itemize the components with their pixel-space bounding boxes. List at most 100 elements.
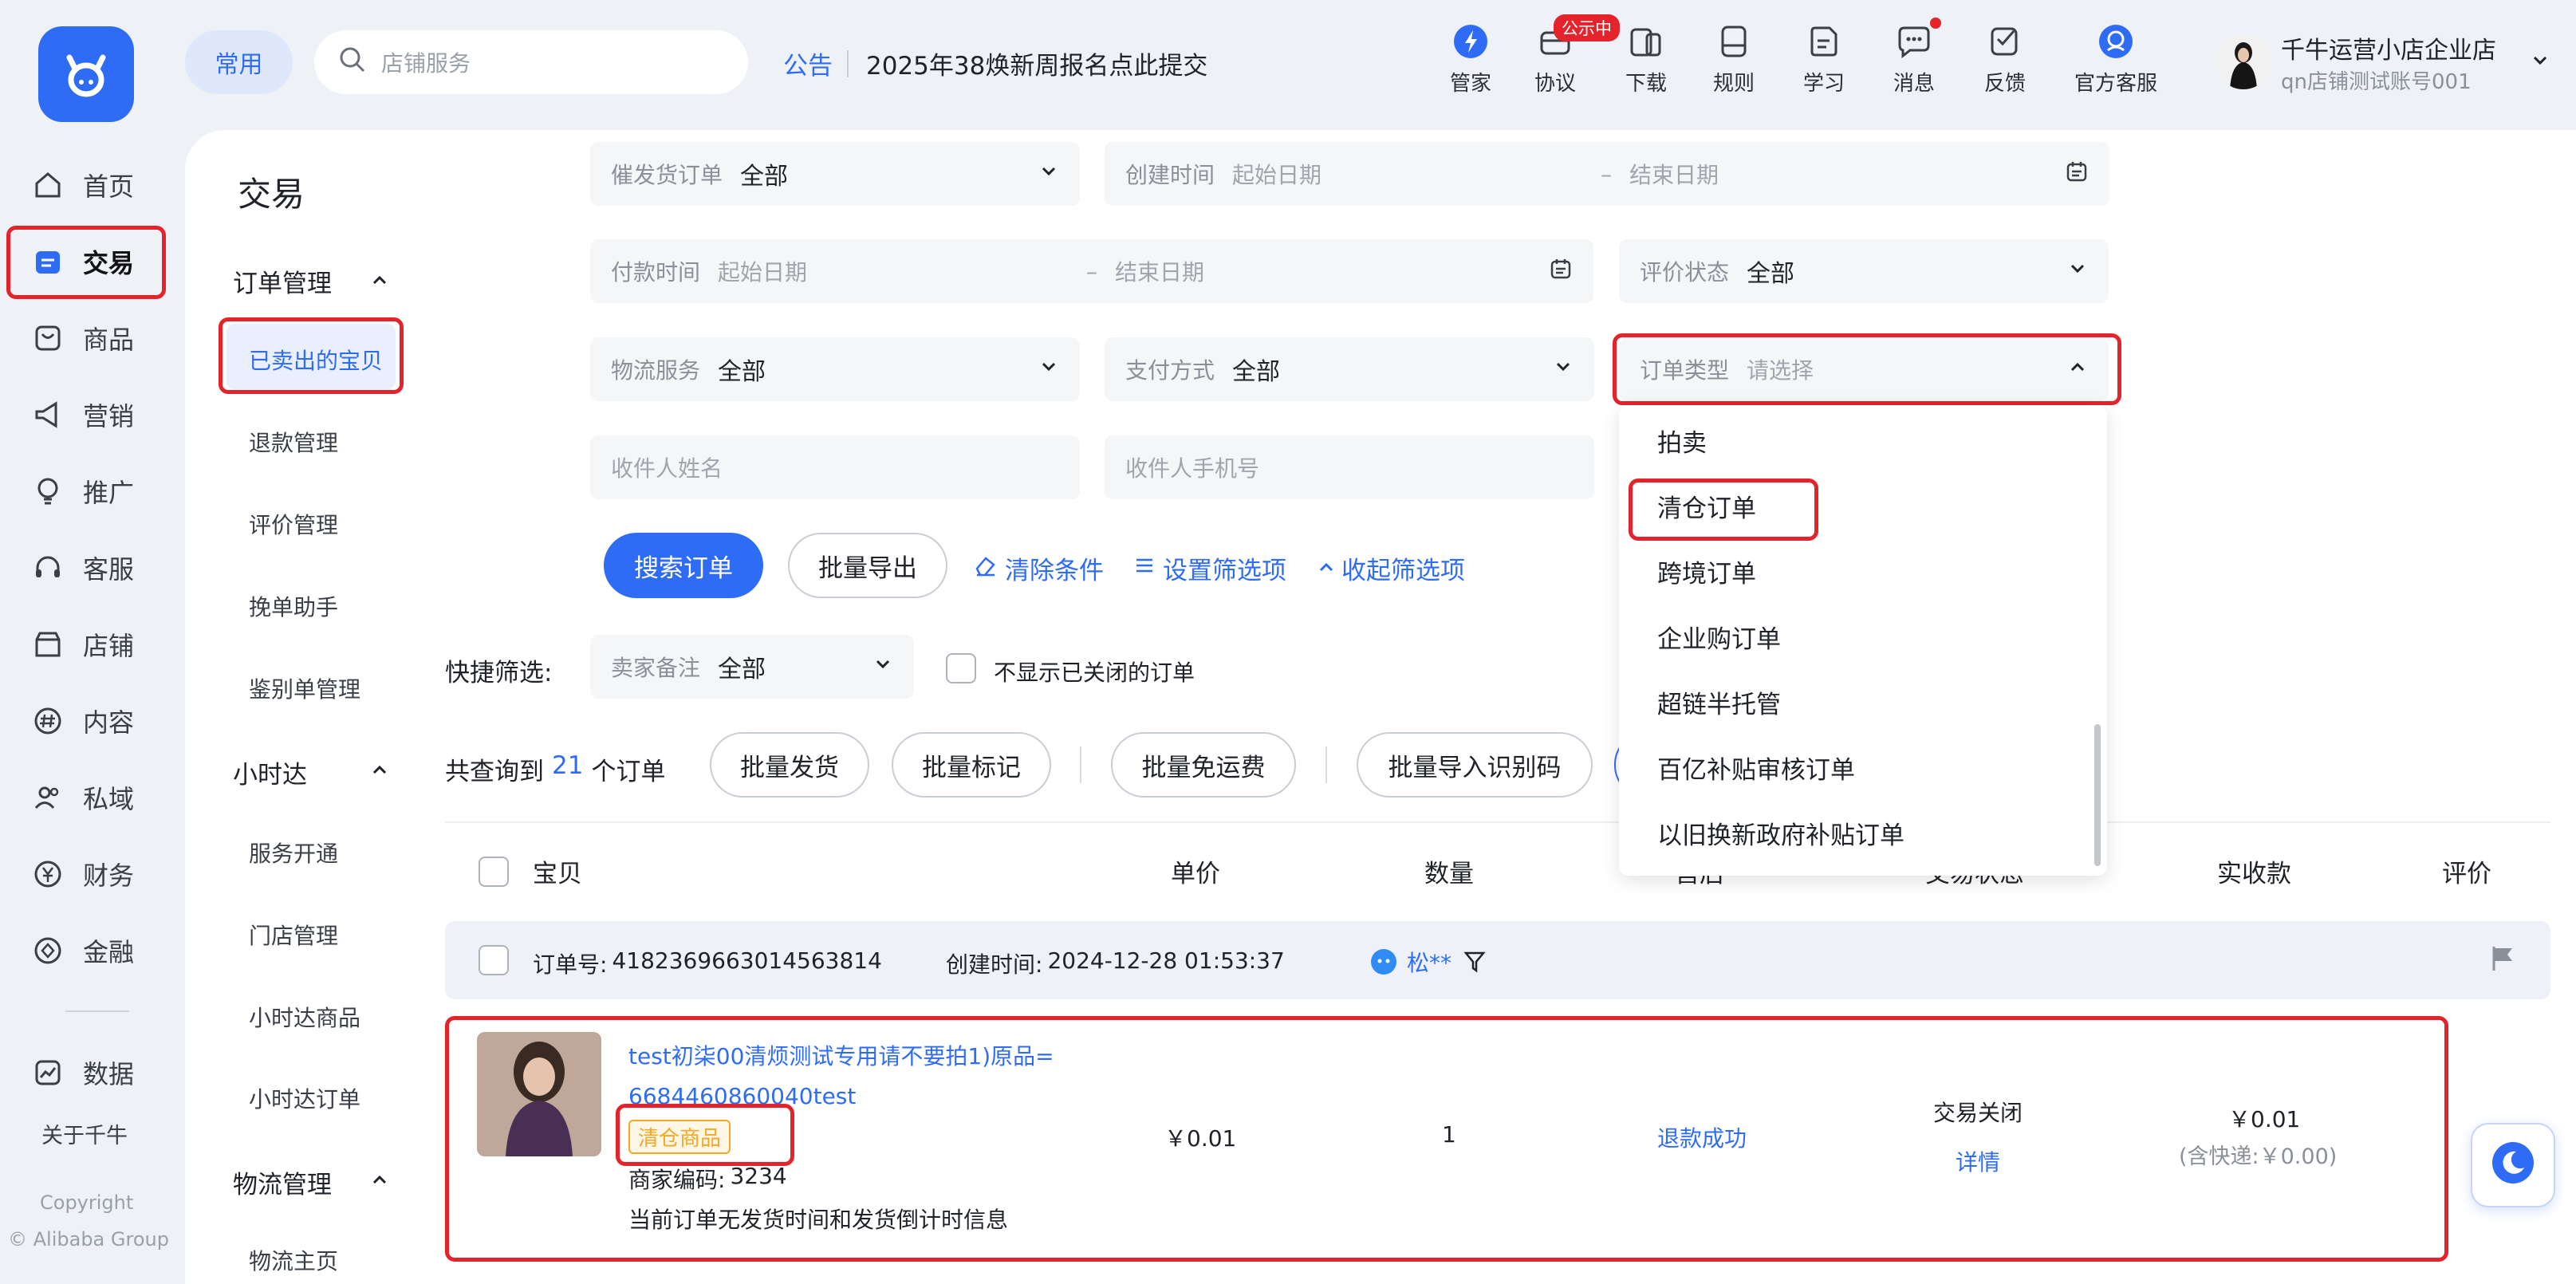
menu-retain[interactable]: 挽单助手 bbox=[249, 590, 338, 622]
group-hourly[interactable]: 小时达 bbox=[233, 754, 307, 790]
flag-icon[interactable] bbox=[2488, 944, 2517, 979]
order-checkbox[interactable] bbox=[479, 945, 509, 975]
tool-official-service[interactable]: 官方客服 bbox=[2074, 22, 2157, 96]
menu-hourly-goods[interactable]: 小时达商品 bbox=[249, 1001, 360, 1033]
menu-open-service[interactable]: 服务开通 bbox=[249, 837, 338, 868]
theme-toggle-button[interactable] bbox=[2471, 1123, 2555, 1207]
menu-refund[interactable]: 退款管理 bbox=[249, 426, 338, 458]
seller-remark-select[interactable]: 卖家备注 全部 bbox=[590, 635, 914, 699]
notice-bar[interactable]: 公告 2025年38焕新周报名点此提交 bbox=[783, 45, 1207, 81]
order-created-time: 创建时间: 2024-12-28 01:53:37 bbox=[946, 947, 1285, 978]
menu-identify[interactable]: 鉴别单管理 bbox=[249, 672, 360, 704]
nav-label: 数据 bbox=[83, 1059, 135, 1089]
menu-sold-items[interactable]: 已卖出的宝贝 bbox=[249, 344, 383, 376]
remind-value: 全部 bbox=[740, 163, 789, 191]
buyer-name[interactable]: 松** bbox=[1407, 946, 1451, 978]
tool-rules[interactable]: 规则 bbox=[1713, 22, 1755, 96]
clear-conditions-link[interactable]: 清除条件 bbox=[973, 550, 1104, 586]
set-filters-link[interactable]: 设置筛选项 bbox=[1132, 550, 1286, 586]
tool-feedback[interactable]: 反馈 bbox=[1984, 22, 2026, 96]
logistics-select[interactable]: 物流服务 全部 bbox=[590, 337, 1080, 401]
menu-logistics-home[interactable]: 物流主页 bbox=[249, 1244, 338, 1276]
paid-end[interactable]: 结束日期 bbox=[1115, 255, 1204, 287]
receiver-phone-placeholder: 收件人手机号 bbox=[1125, 455, 1260, 482]
batch-export-button[interactable]: 批量导出 bbox=[788, 533, 947, 598]
dropdown-scrollbar[interactable] bbox=[2094, 724, 2101, 866]
batch-mark-button[interactable]: 批量标记 bbox=[892, 732, 1051, 798]
batch-free-shipping-button[interactable]: 批量免运费 bbox=[1111, 732, 1296, 798]
menu-stores[interactable]: 门店管理 bbox=[249, 919, 338, 951]
search-orders-button[interactable]: 搜索订单 bbox=[604, 533, 763, 598]
goods-icon bbox=[30, 321, 65, 356]
qianniu-logo[interactable] bbox=[38, 26, 134, 122]
product-thumbnail[interactable] bbox=[477, 1032, 601, 1156]
nav-marketing[interactable]: 营销 bbox=[6, 383, 166, 447]
hide-closed-checkbox[interactable] bbox=[946, 653, 976, 683]
nav-content[interactable]: 内容 bbox=[6, 689, 166, 753]
avatar[interactable] bbox=[2216, 33, 2271, 89]
aftersale-status[interactable]: 退款成功 bbox=[1657, 1121, 1747, 1153]
created-end[interactable]: 结束日期 bbox=[1629, 158, 1719, 190]
payment-select[interactable]: 支付方式 全部 bbox=[1105, 337, 1594, 401]
payment-label: 支付方式 bbox=[1125, 357, 1215, 384]
batch-import-code-button[interactable]: 批量导入识别码 bbox=[1357, 732, 1593, 798]
select-all-checkbox[interactable] bbox=[479, 857, 509, 887]
about-link[interactable]: 关于千牛 bbox=[41, 1118, 128, 1149]
batch-ship-button[interactable]: 批量发货 bbox=[710, 732, 869, 798]
list-icon bbox=[1132, 553, 1156, 584]
paid-start[interactable]: 起始日期 bbox=[718, 255, 1069, 287]
option-trade-in-subsidy[interactable]: 以旧换新政府补贴订单 bbox=[1657, 815, 1904, 851]
tool-download[interactable]: 下载 bbox=[1625, 22, 1667, 96]
detail-link[interactable]: 详情 bbox=[1956, 1145, 2000, 1177]
chevron-up-icon[interactable] bbox=[370, 758, 389, 785]
trade-status: 交易关闭 bbox=[1933, 1100, 2023, 1126]
search-input[interactable]: 店铺服务 bbox=[314, 30, 748, 94]
nav-data[interactable]: 数据 bbox=[6, 1041, 166, 1105]
nav-trade[interactable]: 交易 bbox=[6, 230, 166, 293]
collapse-filters-link[interactable]: 收起筛选项 bbox=[1318, 550, 1465, 586]
chevron-down-icon[interactable] bbox=[2530, 49, 2550, 77]
option-enterprise[interactable]: 企业购订单 bbox=[1657, 619, 1781, 655]
notice-text[interactable]: 2025年38焕新周报名点此提交 bbox=[866, 45, 1207, 81]
chevron-up-icon[interactable] bbox=[370, 1168, 389, 1195]
order-type-select[interactable]: 订单类型 请选择 bbox=[1619, 337, 2109, 401]
hash-icon bbox=[30, 703, 65, 738]
nav-store[interactable]: 店铺 bbox=[6, 612, 166, 676]
review-select[interactable]: 评价状态 全部 bbox=[1619, 239, 2109, 303]
logistics-value: 全部 bbox=[718, 358, 766, 386]
tool-butler[interactable]: 管家 bbox=[1450, 22, 1491, 96]
option-semi-hosted[interactable]: 超链半托管 bbox=[1657, 684, 1781, 720]
filter-icon[interactable] bbox=[1463, 949, 1487, 979]
created-start[interactable]: 起始日期 bbox=[1232, 158, 1583, 190]
option-cross-border[interactable]: 跨境订单 bbox=[1657, 553, 1756, 589]
nav-home[interactable]: 首页 bbox=[6, 153, 166, 217]
group-logistics[interactable]: 物流管理 bbox=[233, 1164, 332, 1200]
nav-finance[interactable]: 财务 bbox=[6, 842, 166, 906]
menu-hourly-orders[interactable]: 小时达订单 bbox=[249, 1082, 360, 1114]
order-count: 共查询到 21 个订单 bbox=[445, 751, 666, 786]
receiver-name-input[interactable]: 收件人姓名 bbox=[590, 435, 1080, 499]
nav-private[interactable]: 私域 bbox=[6, 766, 166, 829]
product-title[interactable]: test初柒00清烦测试专用请不要拍1)原品= 6684460860040tes… bbox=[628, 1037, 1054, 1117]
tool-message[interactable]: 消息 bbox=[1893, 22, 1935, 96]
nav-financial[interactable]: 金融 bbox=[6, 919, 166, 983]
created-range[interactable]: 创建时间 起始日期 – 结束日期 bbox=[1105, 142, 2109, 206]
option-auction[interactable]: 拍卖 bbox=[1657, 423, 1707, 459]
tool-label: 协议 bbox=[1534, 72, 1577, 96]
nav-service[interactable]: 客服 bbox=[6, 536, 166, 600]
group-order-manage[interactable]: 订单管理 bbox=[233, 263, 332, 299]
message-dot bbox=[1930, 18, 1941, 29]
remind-select[interactable]: 催发货订单 全部 bbox=[590, 142, 1080, 206]
chevron-up-icon[interactable] bbox=[370, 268, 389, 295]
menu-review[interactable]: 评价管理 bbox=[249, 508, 338, 540]
nav-promotion[interactable]: 推广 bbox=[6, 459, 166, 523]
paid-range[interactable]: 付款时间 起始日期 – 结束日期 bbox=[590, 239, 1593, 303]
finance-icon bbox=[30, 933, 65, 968]
common-button[interactable]: 常用 bbox=[185, 30, 293, 94]
nav-goods[interactable]: 商品 bbox=[6, 306, 166, 370]
wangwang-icon[interactable] bbox=[1369, 946, 1399, 982]
tool-learn[interactable]: 学习 bbox=[1803, 22, 1845, 96]
option-subsidy-review[interactable]: 百亿补贴审核订单 bbox=[1657, 750, 1855, 786]
option-clearance[interactable]: 清仓订单 bbox=[1657, 488, 1756, 524]
receiver-phone-input[interactable]: 收件人手机号 bbox=[1105, 435, 1594, 499]
